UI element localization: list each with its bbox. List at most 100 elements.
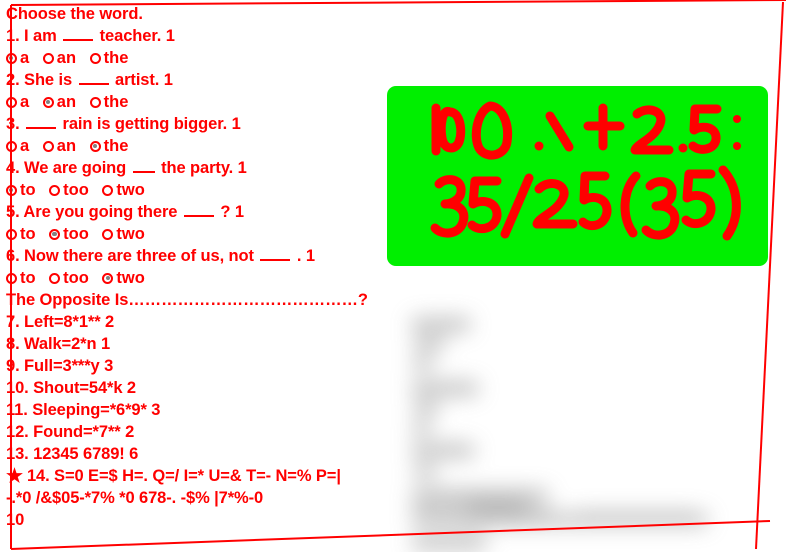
question-prompt-2-before: 2. She is [6, 71, 73, 89]
option-6-0[interactable]: to [6, 267, 36, 289]
option-5-2[interactable]: two [102, 223, 145, 245]
option-label: too [63, 269, 89, 287]
question-options-5: to too two [6, 223, 426, 245]
option-label: to [20, 225, 36, 243]
option-label: an [56, 49, 77, 67]
option-label: an [56, 137, 77, 155]
question-prompt-4-before: 4. We are going [6, 159, 127, 177]
radio-icon[interactable] [6, 53, 17, 64]
answer-line-10: 10. Shout=54*k 2 [6, 379, 137, 397]
question-prompt-3: 3. rain is getting bigger. 1 [6, 113, 426, 135]
radio-icon[interactable] [102, 185, 114, 196]
cipher-coded-line: -.*0 /&$05-*7% *0 678-. -$% |7*%-0 [6, 489, 264, 507]
radio-icon[interactable] [49, 229, 61, 240]
answer-line-11: 11. Sleeping=*6*9* 3 [6, 401, 161, 419]
option-label: an [56, 93, 77, 111]
option-label: two [116, 225, 145, 243]
option-2-2[interactable]: the [89, 91, 129, 113]
radio-icon[interactable] [89, 141, 101, 152]
option-6-1[interactable]: too [49, 267, 89, 289]
option-6-2[interactable]: two [102, 267, 145, 289]
blank-underline [63, 39, 94, 41]
handwriting-ink [430, 101, 741, 241]
blank-underline [132, 171, 155, 173]
question-prompt-1-after: teacher. 1 [99, 27, 175, 45]
option-label: to [20, 181, 36, 199]
blank-underline [260, 259, 291, 261]
question-prompt-1: 1. I am teacher. 1 [6, 25, 426, 47]
question-options-2: a an the [6, 91, 426, 113]
blank-underline [183, 215, 214, 217]
option-5-1[interactable]: too [49, 223, 89, 245]
question-options-4: to too two [6, 179, 426, 201]
option-label: to [20, 269, 36, 287]
radio-icon[interactable] [89, 53, 101, 64]
question-prompt-4: 4. We are going the party. 1 [6, 157, 426, 179]
option-4-2[interactable]: two [102, 179, 145, 201]
section-two-heading: The Opposite Is……………………………………? [6, 291, 368, 309]
blurred-text-region [398, 300, 714, 549]
radio-icon[interactable] [89, 97, 101, 108]
radio-icon[interactable] [102, 273, 114, 284]
option-3-2[interactable]: the [89, 135, 129, 157]
worksheet-heading: Choose the word. [6, 5, 143, 23]
cipher-key-line: ★ 14. S=0 E=$ H=. Q=/ I=* U=& T=- N=% P=| [6, 465, 426, 487]
question-prompt-3-before: 3. [6, 115, 20, 133]
question-options-3: a an the [6, 135, 426, 157]
option-label: two [116, 269, 145, 287]
option-1-2[interactable]: the [89, 47, 129, 69]
question-prompt-5: 5. Are you going there ? 1 [6, 201, 426, 223]
radio-icon[interactable] [6, 141, 17, 152]
option-label: two [116, 181, 145, 199]
option-label: too [63, 225, 89, 243]
question-prompt-3-after: rain is getting bigger. 1 [62, 115, 241, 133]
green-note-panel[interactable] [387, 86, 768, 266]
cipher-trailing-number: 10 [6, 511, 25, 529]
option-3-0[interactable]: a [6, 135, 29, 157]
option-2-1[interactable]: an [42, 91, 77, 113]
answer-line-7: 7. Left=8*1** 2 [6, 313, 115, 331]
radio-icon[interactable] [42, 141, 54, 152]
option-label: a [20, 93, 30, 111]
radio-icon[interactable] [6, 273, 17, 284]
frame-right-edge [755, 1, 784, 550]
option-4-1[interactable]: too [49, 179, 89, 201]
question-prompt-6-before: 6. Now there are three of us, not [6, 247, 254, 265]
option-label: the [103, 49, 129, 67]
blank-underline [26, 127, 57, 129]
question-prompt-1-before: 1. I am [6, 27, 57, 45]
option-label: too [63, 181, 89, 199]
radio-icon[interactable] [6, 229, 17, 240]
radio-icon[interactable] [6, 97, 17, 108]
question-prompt-5-after: ? 1 [220, 203, 244, 221]
radio-icon[interactable] [42, 97, 54, 108]
option-1-0[interactable]: a [6, 47, 29, 69]
answer-line-13: 13. 12345 6789! 6 [6, 445, 139, 463]
answer-line-8: 8. Walk=2*n 1 [6, 335, 111, 353]
option-4-0[interactable]: to [6, 179, 36, 201]
question-options-1: a an the [6, 47, 426, 69]
option-label: the [103, 137, 129, 155]
option-label: a [20, 49, 30, 67]
option-3-1[interactable]: an [42, 135, 77, 157]
question-prompt-4-after: the party. 1 [161, 159, 247, 177]
option-label: a [20, 137, 30, 155]
radio-icon[interactable] [49, 273, 61, 284]
option-label: the [103, 93, 129, 111]
star-icon: ★ [6, 466, 23, 487]
question-prompt-6: 6. Now there are three of us, not . 1 [6, 245, 426, 267]
option-1-1[interactable]: an [42, 47, 77, 69]
answer-line-12: 12. Found=*7** 2 [6, 423, 135, 441]
option-5-0[interactable]: to [6, 223, 36, 245]
question-prompt-6-after: . 1 [296, 247, 315, 265]
question-prompt-5-before: 5. Are you going there [6, 203, 178, 221]
blank-underline [78, 83, 109, 85]
worksheet-text: Choose the word. 1. I am teacher. 1 a an… [6, 3, 426, 531]
radio-icon[interactable] [42, 53, 54, 64]
question-options-6: to too two [6, 267, 426, 289]
radio-icon[interactable] [102, 229, 114, 240]
question-prompt-2: 2. She is artist. 1 [6, 69, 426, 91]
radio-icon[interactable] [49, 185, 61, 196]
option-2-0[interactable]: a [6, 91, 29, 113]
radio-icon[interactable] [6, 185, 17, 196]
